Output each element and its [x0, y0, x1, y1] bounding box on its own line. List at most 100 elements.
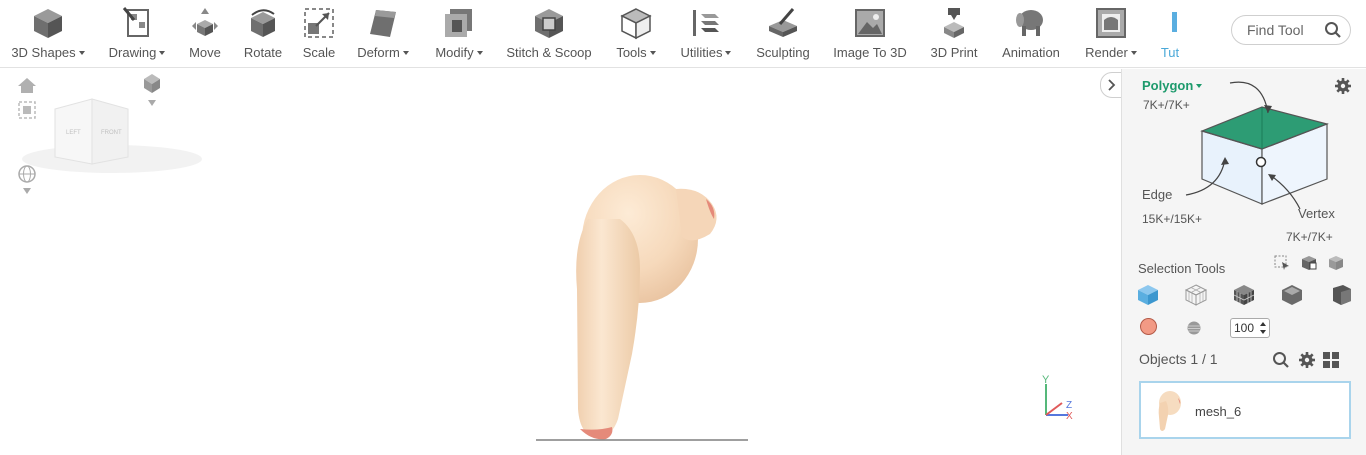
object-name: mesh_6	[1195, 404, 1242, 419]
polygon-select-icon[interactable]	[1136, 283, 1160, 307]
search-icon[interactable]	[1272, 351, 1290, 369]
axis-x-label: X	[1066, 411, 1073, 422]
view-cube[interactable]: LEFT FRONT	[22, 98, 202, 173]
tool-label: Tools	[616, 45, 647, 60]
tool-animation[interactable]: Animation	[998, 0, 1064, 68]
tool-3d-print[interactable]: 3D Print	[926, 0, 982, 68]
axis-gizmo: Y Z X	[1042, 374, 1073, 422]
gear-icon[interactable]	[1298, 351, 1316, 369]
move-icon	[187, 4, 223, 42]
tool-stitch-scoop[interactable]: Stitch & Scoop	[502, 0, 596, 68]
tool-move[interactable]: Move	[184, 0, 226, 68]
chevron-down-icon	[476, 51, 483, 55]
edge-count: 15K+/15K+	[1142, 212, 1203, 226]
right-panel: Polygon 7K+/7K+ Edge 15K+/15K+ Vertex 7K…	[1121, 69, 1366, 455]
3d-print-icon	[936, 4, 972, 42]
tool-utilities[interactable]: Utilities	[676, 0, 736, 68]
tool-label: 3D Print	[930, 45, 978, 60]
selection-tools-title: Selection Tools	[1138, 261, 1226, 276]
tool-label: Render	[1085, 45, 1128, 60]
globe-icon[interactable]	[18, 165, 36, 194]
tool-label: Image To 3D	[833, 45, 907, 60]
mesh-model[interactable]	[576, 175, 717, 440]
tool-label: Move	[189, 45, 221, 60]
rotate-icon	[245, 4, 281, 42]
find-tool-input[interactable]: Find Tool	[1231, 15, 1351, 45]
chevron-down-icon	[725, 51, 732, 55]
tool-render[interactable]: Render	[1082, 0, 1140, 68]
object-thumbnail	[1158, 391, 1181, 431]
view-cube-front-label: FRONT	[101, 130, 122, 136]
tool-image-to-3d[interactable]: Image To 3D	[830, 0, 910, 68]
grid-view-icon[interactable]	[1322, 351, 1340, 369]
tool-label: Tut	[1160, 45, 1180, 60]
object-select-icon[interactable]	[1300, 255, 1318, 271]
tool-tools[interactable]: Tools	[612, 0, 660, 68]
tool-label: Animation	[1002, 45, 1060, 60]
cube-icon	[30, 4, 66, 42]
chevron-down-icon	[1130, 51, 1137, 55]
tool-scale[interactable]: Scale	[300, 0, 338, 68]
tool-tutorials[interactable]: Tut	[1156, 0, 1184, 68]
brush-size-value: 100	[1234, 321, 1255, 335]
modify-icon	[441, 4, 477, 42]
solid-select-icon[interactable]	[1329, 283, 1353, 307]
stepper-arrows-icon[interactable]	[1259, 321, 1267, 335]
3d-viewport[interactable]: LEFT FRONT Y Z X	[0, 69, 1121, 455]
tool-sculpting[interactable]: Sculpting	[752, 0, 814, 68]
tool-label: Rotate	[243, 45, 283, 60]
collapse-panel-button[interactable]	[1100, 72, 1122, 98]
tool-label: 3D Shapes	[11, 45, 76, 60]
utilities-icon	[688, 4, 724, 42]
chevron-down-icon	[649, 51, 656, 55]
tool-3d-shapes[interactable]: 3D Shapes	[8, 0, 88, 68]
sculpting-icon	[765, 4, 801, 42]
search-icon[interactable]	[1324, 21, 1342, 39]
axis-z-label: Z	[1066, 400, 1072, 411]
tool-label: Deform	[357, 45, 400, 60]
box-select-icon[interactable]	[1274, 255, 1290, 271]
brush-size-stepper[interactable]: 100	[1230, 318, 1270, 338]
tool-label: Stitch & Scoop	[506, 45, 592, 60]
tool-label: Utilities	[680, 45, 723, 60]
camera-orbit-icon[interactable]	[144, 74, 160, 106]
tool-deform[interactable]: Deform	[352, 0, 414, 68]
axis-y-label: Y	[1042, 374, 1050, 386]
home-icon[interactable]	[18, 78, 36, 93]
stitch-scoop-icon	[531, 4, 567, 42]
grid-select-icon[interactable]	[1232, 283, 1256, 307]
tool-label: Drawing	[108, 45, 157, 60]
chevron-down-icon	[159, 51, 166, 55]
find-tool-placeholder: Find Tool	[1247, 22, 1304, 38]
tool-rotate[interactable]: Rotate	[240, 0, 286, 68]
tool-label: Sculpting	[756, 45, 810, 60]
animation-icon	[1013, 4, 1049, 42]
wire-select-icon[interactable]	[1184, 283, 1208, 307]
vertex-count: 7K+/7K+	[1286, 230, 1333, 244]
objects-title: Objects 1 / 1	[1139, 351, 1218, 367]
fit-view-icon[interactable]	[18, 101, 36, 119]
object-item-mesh-6[interactable]: mesh_6	[1139, 381, 1351, 439]
chevron-down-icon	[402, 51, 409, 55]
main-toolbar: 3D Shapes Drawing Move Rotate Scale Defo…	[0, 0, 1366, 68]
deform-icon	[365, 4, 401, 42]
tool-label: Modify	[435, 45, 474, 60]
tool-label: Scale	[302, 45, 336, 60]
vertex-label: Vertex	[1298, 206, 1335, 221]
tools-icon	[618, 4, 654, 42]
drawing-icon	[119, 4, 155, 42]
chevron-right-icon	[1108, 79, 1116, 91]
view-cube-left-label: LEFT	[66, 130, 81, 136]
brush-color-swatch[interactable]	[1140, 318, 1157, 335]
hull-select-icon[interactable]	[1280, 283, 1304, 307]
image-to-3d-icon	[852, 4, 888, 42]
tool-modify[interactable]: Modify	[430, 0, 488, 68]
tutorial-icon	[1156, 4, 1184, 42]
render-icon	[1093, 4, 1129, 42]
tool-drawing[interactable]: Drawing	[104, 0, 170, 68]
edge-label: Edge	[1142, 187, 1173, 202]
element-select-icon[interactable]	[1327, 255, 1345, 271]
brush-pattern-icon[interactable]	[1186, 320, 1202, 336]
scale-icon	[301, 4, 337, 42]
chevron-down-icon	[78, 51, 85, 55]
